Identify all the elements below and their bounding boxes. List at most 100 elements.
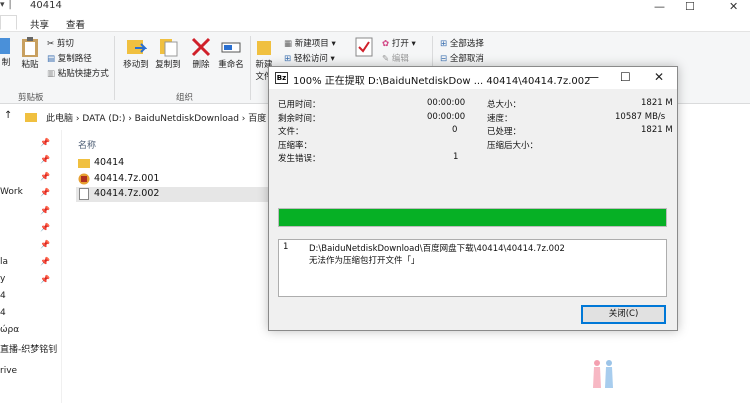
select-none-label: 全部取消: [449, 54, 484, 64]
tab-share[interactable]: 共享: [24, 16, 55, 32]
easy-access-icon: ⊞: [284, 54, 292, 64]
navigation-pane: 📌 📌 📌 Work 📌 📌 📌 📌 la 📌 y 📌 4 4 ώρα 直播-织…: [0, 130, 62, 403]
dialog-minimize-button[interactable]: —: [587, 70, 599, 84]
dialog-close-icon[interactable]: ✕: [654, 70, 664, 84]
compression-ratio-label: 压缩率：: [278, 141, 313, 151]
new-item-label: 新建项目: [294, 39, 329, 49]
window-title: 40414: [30, 0, 62, 11]
rename-button[interactable]: 重命名: [216, 36, 246, 70]
move-to-button[interactable]: 移动到: [120, 36, 152, 70]
log-path: D:\BaiduNetdiskDownload\百度网盘下载\40414\404…: [309, 244, 565, 254]
edit-icon: ✎: [382, 54, 390, 64]
dialog-title-bar: Bz 100% 正在提取 D:\BaiduNetdiskDow ... 4041…: [269, 67, 677, 89]
processed-label: 已处理：: [487, 127, 522, 137]
list-item[interactable]: 40414.7z.001: [76, 172, 276, 187]
nav-item[interactable]: la: [0, 257, 8, 267]
total-size-value: 1821 M: [641, 98, 673, 108]
delete-label: 删除: [192, 60, 210, 70]
paste-shortcut-label: 粘贴快捷方式: [57, 69, 109, 79]
nav-item[interactable]: 4: [0, 308, 6, 318]
breadcrumb[interactable]: 此电脑 › DATA (D:) › BaiduNetdiskDownload ›…: [46, 111, 266, 124]
scissors-icon: ✂: [47, 39, 55, 49]
log-message: 无法作为压缩包打开文件「」: [309, 256, 420, 266]
errors-label: 发生错误：: [278, 154, 321, 164]
tab-view[interactable]: 查看: [60, 16, 91, 32]
speed-label: 速度：: [487, 114, 513, 124]
edit-button[interactable]: ✎ 编辑: [382, 52, 409, 64]
open-label: 打开: [391, 39, 409, 49]
cut-button[interactable]: ✂ 剪切: [47, 37, 74, 49]
file-name: 40414.7z.002: [94, 188, 160, 199]
clipboard-icon: [22, 37, 38, 57]
file-icon: [79, 188, 89, 200]
delete-button[interactable]: 删除: [189, 36, 213, 70]
open-button[interactable]: ✿ 打开 ▾: [382, 37, 416, 49]
minimize-button[interactable]: —: [654, 0, 665, 13]
log-index: 1: [283, 242, 289, 252]
nav-item[interactable]: y: [0, 274, 5, 284]
new-folder-icon: [257, 41, 271, 55]
dialog-title: 100% 正在提取 D:\BaiduNetdiskDow ... 40414\4…: [293, 76, 591, 87]
archive-icon: [78, 173, 90, 185]
pin-icon: 📌: [40, 188, 50, 197]
easy-access-button[interactable]: ⊞ 轻松访问 ▾: [284, 52, 335, 64]
list-item[interactable]: 40414: [76, 156, 276, 171]
ribbon-separator: [250, 36, 251, 100]
new-item-button[interactable]: ▦ 新建项目 ▾: [284, 37, 336, 49]
close-window-button[interactable]: ✕: [729, 0, 738, 13]
pin-icon: 📌: [40, 240, 50, 249]
nav-item[interactable]: Work: [0, 187, 23, 197]
select-all-label: 全部选择: [449, 39, 484, 49]
tab-file[interactable]: [0, 15, 18, 30]
copy-path-button[interactable]: ▤ 复制路径: [47, 52, 92, 64]
nav-item[interactable]: 4: [0, 291, 6, 301]
up-arrow-icon[interactable]: ↑: [4, 110, 12, 121]
elapsed-time-value: 00:00:00: [427, 98, 466, 108]
paste-shortcut-icon: ▥: [47, 69, 56, 79]
watermark-logo: [593, 360, 613, 388]
paste-shortcut-button[interactable]: ▥ 粘贴快捷方式: [47, 67, 109, 79]
organize-group-label: 组织: [176, 93, 194, 103]
processed-value: 1821 M: [641, 125, 673, 135]
close-button[interactable]: 关闭(C): [581, 305, 666, 324]
paste-button[interactable]: 粘贴: [18, 36, 42, 70]
bandizip-logo: Bz: [275, 72, 288, 84]
copy-to-icon: [160, 39, 178, 57]
open-icon: ✿: [382, 39, 390, 49]
quick-access-toolbar[interactable]: ▾ │: [0, 0, 13, 10]
name-column-header[interactable]: 名称: [78, 138, 96, 151]
copy-to-button[interactable]: 复制到: [153, 36, 183, 70]
pin-icon: 📌: [40, 155, 50, 164]
errors-value: 1: [453, 152, 459, 162]
maximize-button[interactable]: ☐: [685, 0, 695, 13]
select-all-icon: ⊞: [440, 39, 448, 49]
select-none-button[interactable]: ⊟ 全部取消: [440, 52, 484, 64]
total-size-label: 总大小：: [487, 100, 522, 110]
pin-icon: 📌: [40, 172, 50, 181]
properties-button[interactable]: [352, 36, 376, 58]
cut-label: 剪切: [56, 39, 74, 49]
select-all-button[interactable]: ⊞ 全部选择: [440, 37, 484, 49]
pin-label: 制: [1, 58, 11, 68]
easy-access-label: 轻松访问: [293, 54, 328, 64]
address-pc-icon: [25, 113, 37, 122]
compressed-size-label: 压缩后大小：: [487, 141, 539, 151]
extraction-dialog: Bz 100% 正在提取 D:\BaiduNetdiskDow ... 4041…: [268, 66, 678, 331]
pin-icon: 📌: [40, 223, 50, 232]
nav-item[interactable]: 直播-织梦铭钊: [0, 342, 57, 355]
message-log[interactable]: 1 D:\BaiduNetdiskDownload\百度网盘下载\40414\4…: [278, 239, 667, 297]
rename-icon: [221, 42, 241, 53]
folder-icon: [78, 159, 90, 168]
nav-item[interactable]: ώρα: [0, 325, 19, 335]
copy-path-icon: ▤: [47, 54, 56, 64]
delete-icon: [191, 37, 211, 57]
title-bar: ▾ │ 40414 — ☐ ✕: [0, 0, 750, 14]
pin-to-quick-access-button[interactable]: 制: [0, 36, 12, 68]
pin-icon: 📌: [40, 257, 50, 266]
dialog-maximize-button[interactable]: ☐: [620, 70, 631, 84]
select-none-icon: ⊟: [440, 54, 448, 64]
elapsed-time-label: 已用时间：: [278, 100, 321, 110]
files-label: 文件：: [278, 127, 304, 137]
paste-label: 粘贴: [21, 60, 39, 70]
nav-item[interactable]: rive: [0, 366, 17, 376]
